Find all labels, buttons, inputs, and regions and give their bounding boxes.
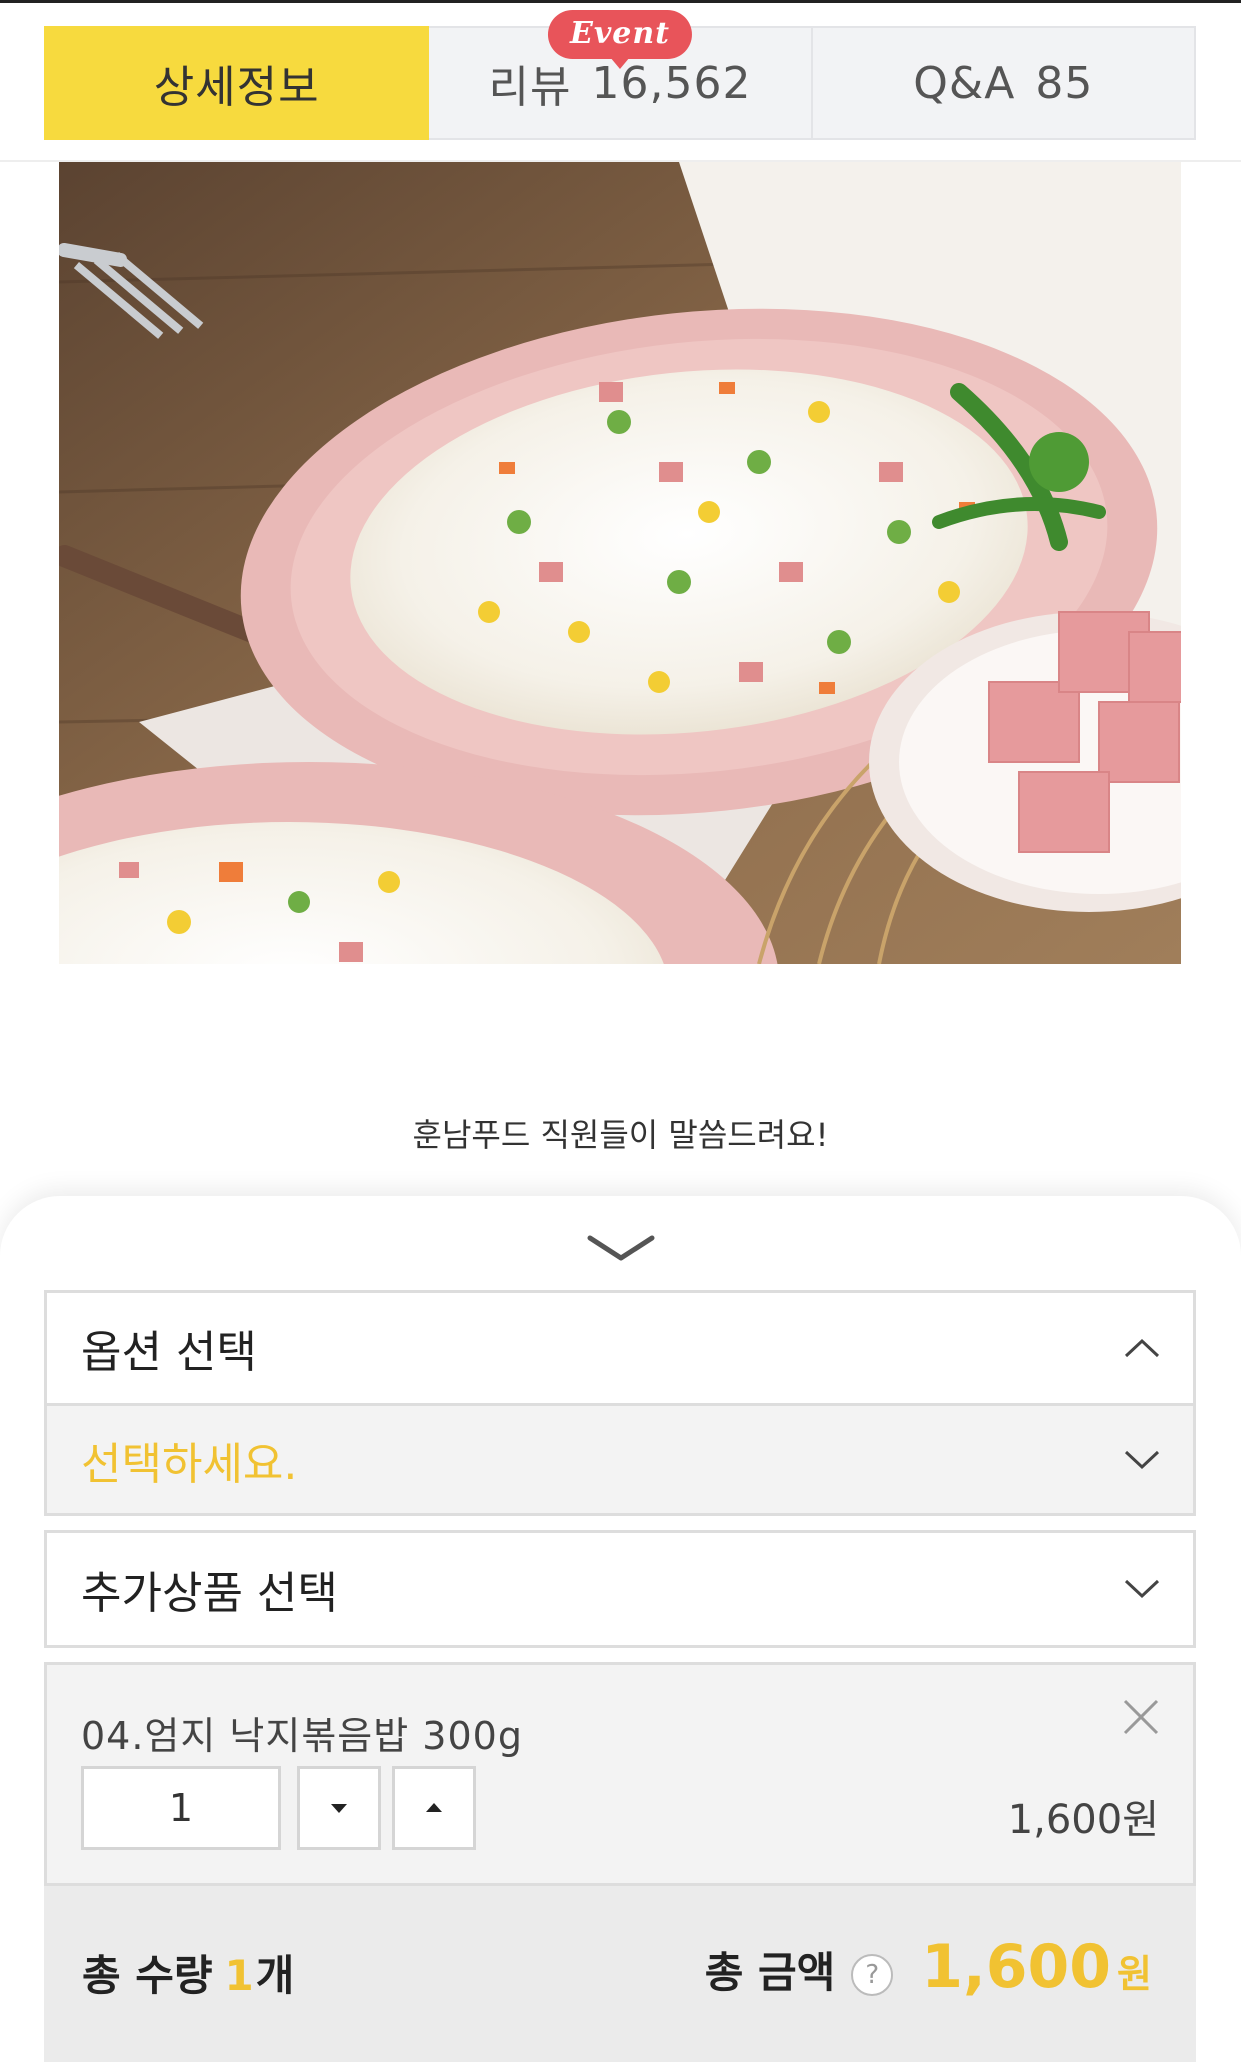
quantity-increase-button[interactable] bbox=[392, 1766, 476, 1850]
total-amount-label: 총 금액 bbox=[704, 1948, 836, 1997]
addon-select-box[interactable]: 추가상품 선택 bbox=[44, 1530, 1196, 1648]
top-divider bbox=[0, 0, 1241, 3]
total-amount-unit: 원 bbox=[1117, 1952, 1152, 1996]
chevron-down-icon bbox=[1124, 1579, 1160, 1599]
cart-item-price: 1,600원 bbox=[1007, 1797, 1159, 1843]
tab-qna-count: 85 bbox=[1035, 57, 1094, 109]
addon-select-row[interactable]: 추가상품 선택 bbox=[47, 1533, 1193, 1645]
cart-item-name: 04.엄지 낙지볶음밥 300g bbox=[81, 1714, 523, 1758]
addon-select-title: 추가상품 선택 bbox=[81, 1568, 338, 1619]
purchase-sheet: 옵션 선택 선택하세요. 추가상품 선택 04.엄지 낙지볶음밥 300g 1 bbox=[0, 1196, 1241, 2062]
total-quantity-label: 총 수량 bbox=[82, 1951, 213, 2000]
event-badge: Event bbox=[547, 10, 693, 59]
help-icon[interactable]: ? bbox=[851, 1954, 894, 1996]
total-amount: 총 금액 ? 1,600 원 bbox=[705, 1932, 1152, 2002]
chevron-up-icon bbox=[1124, 1338, 1160, 1358]
caret-up-icon bbox=[426, 1803, 442, 1812]
chevron-down-icon bbox=[1124, 1450, 1160, 1469]
total-amount-value: 1,600 bbox=[921, 1932, 1112, 2002]
tabs: 상세정보 Event 리뷰 16,562 Q&A 85 bbox=[44, 10, 1196, 140]
close-icon[interactable] bbox=[1119, 1695, 1163, 1739]
tab-bar: 상세정보 Event 리뷰 16,562 Q&A 85 bbox=[0, 0, 1241, 162]
total-quantity-unit: 개 bbox=[255, 1951, 295, 2000]
sheet-handle-icon[interactable] bbox=[586, 1230, 656, 1266]
tab-detail[interactable]: 상세정보 bbox=[44, 26, 430, 140]
option-select-header[interactable]: 옵션 선택 bbox=[47, 1293, 1193, 1406]
tab-review[interactable]: Event 리뷰 16,562 bbox=[429, 10, 813, 140]
quantity-input[interactable]: 1 bbox=[81, 1766, 281, 1850]
quantity-decrease-button[interactable] bbox=[297, 1766, 381, 1850]
option-select-box: 옵션 선택 선택하세요. bbox=[44, 1290, 1196, 1516]
tab-qna-label: Q&A bbox=[913, 57, 1016, 109]
tab-qna[interactable]: Q&A 85 bbox=[812, 26, 1196, 140]
cart-item: 04.엄지 낙지볶음밥 300g 1 1,600원 총 수량 1개 총 금액 ? … bbox=[44, 1662, 1196, 2062]
option-dropdown[interactable]: 선택하세요. bbox=[47, 1406, 1193, 1513]
staff-caption: 훈남푸드 직원들이 말씀드려요! bbox=[412, 1116, 829, 1154]
tab-review-label: 리뷰 bbox=[488, 62, 572, 113]
tab-detail-label: 상세정보 bbox=[153, 62, 320, 113]
caret-down-icon bbox=[331, 1804, 347, 1813]
option-select-title: 옵션 선택 bbox=[81, 1327, 257, 1378]
total-quantity-value: 1 bbox=[224, 1951, 254, 2000]
total-summary: 총 수량 1개 총 금액 ? 1,600 원 bbox=[44, 1883, 1196, 2062]
total-quantity: 총 수량 1개 bbox=[82, 1942, 294, 2003]
product-photo bbox=[59, 162, 1181, 964]
option-placeholder: 선택하세요. bbox=[81, 1438, 298, 1490]
